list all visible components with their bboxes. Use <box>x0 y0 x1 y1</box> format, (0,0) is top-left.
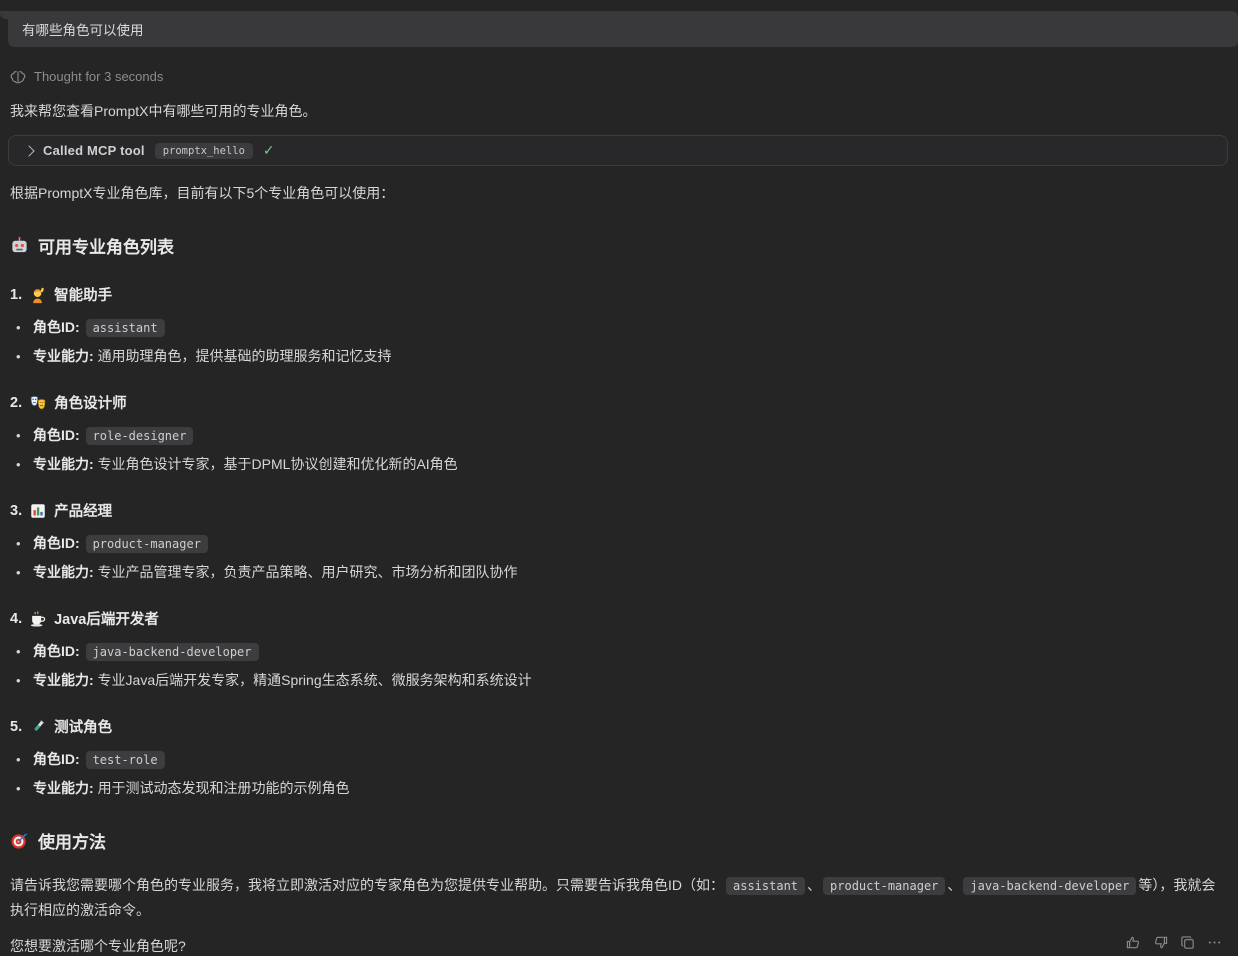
usage-code-product-manager[interactable]: product-manager <box>823 877 945 895</box>
coffee-icon <box>29 610 47 628</box>
role-item-java-backend-developer: 4. Java后端开发者 角色ID: java-backend-develope… <box>10 608 1228 690</box>
role-title-row: 4. Java后端开发者 <box>10 608 1228 629</box>
role-props: 角色ID: product-manager 专业能力: 专业产品管理专家，负责产… <box>10 534 1228 582</box>
usage-separator: 、 <box>947 877 961 893</box>
role-ability-text: 通用助理角色，提供基础的助理服务和记忆支持 <box>98 348 392 364</box>
person-raising-hand-icon <box>29 286 47 304</box>
role-title: 角色设计师 <box>54 392 127 413</box>
role-ability-item: 专业能力: 通用助理角色，提供基础的助理服务和记忆支持 <box>10 347 1228 366</box>
chevron-right-icon <box>23 145 34 156</box>
role-id-label: 角色ID: <box>33 535 80 551</box>
role-props: 角色ID: test-role 专业能力: 用于测试动态发现和注册功能的示例角色 <box>10 750 1228 798</box>
chat-panel: { "user_message": { "text": "有哪些角色可以使用" … <box>0 11 1238 956</box>
role-ability-text: 专业角色设计专家，基于DPML协议创建和优化新的AI角色 <box>98 456 458 472</box>
role-number: 4. <box>10 611 22 627</box>
role-title: Java后端开发者 <box>54 608 159 629</box>
role-item-role-designer: 2. 角色设计师 角色ID: role-designer 专业能力: <box>10 392 1228 474</box>
role-title-row: 3. 产品经理 <box>10 500 1228 521</box>
role-id-item: 角色ID: java-backend-developer <box>10 642 1228 662</box>
mcp-tool-label: Called MCP tool <box>43 143 145 158</box>
role-props: 角色ID: assistant 专业能力: 通用助理角色，提供基础的助理服务和记… <box>10 318 1228 366</box>
summary-paragraph: 根据PromptX专业角色库，目前有以下5个专业角色可以使用： <box>10 183 1228 203</box>
role-ability-text: 用于测试动态发现和注册功能的示例角色 <box>98 780 350 796</box>
role-props: 角色ID: java-backend-developer 专业能力: 专业Jav… <box>10 642 1228 690</box>
role-title-row: 5. 测试角色 <box>10 716 1228 737</box>
role-title-row: 1. 智能助手 <box>10 284 1228 305</box>
role-id-label: 角色ID: <box>33 751 80 767</box>
role-title: 产品经理 <box>54 500 112 521</box>
role-id-label: 角色ID: <box>33 427 80 443</box>
message-actions-toolbar <box>1126 935 1222 950</box>
role-ability-label: 专业能力: <box>33 672 94 688</box>
role-ability-item: 专业能力: 专业产品管理专家，负责产品策略、用户研究、市场分析和团队协作 <box>10 563 1228 582</box>
usage-heading-text: 使用方法 <box>38 828 106 853</box>
role-number: 5. <box>10 719 22 735</box>
roles-list-heading: 可用专业角色列表 <box>10 233 1228 258</box>
user-message-bubble[interactable]: 有哪些角色可以使用 <box>8 11 1238 47</box>
mcp-tool-name-badge: promptx_hello <box>155 143 253 159</box>
role-ability-text: 专业产品管理专家，负责产品策略、用户研究、市场分析和团队协作 <box>98 564 518 580</box>
role-id-item: 角色ID: role-designer <box>10 426 1228 446</box>
more-options-button[interactable] <box>1207 935 1222 950</box>
roles-list-heading-text: 可用专业角色列表 <box>38 233 174 258</box>
user-message-text: 有哪些角色可以使用 <box>22 23 144 38</box>
role-props: 角色ID: role-designer 专业能力: 专业角色设计专家，基于DPM… <box>10 426 1228 474</box>
usage-heading: 使用方法 <box>10 828 1228 853</box>
role-id-item: 角色ID: assistant <box>10 318 1228 338</box>
role-ability-item: 专业能力: 用于测试动态发现和注册功能的示例角色 <box>10 779 1228 798</box>
role-id-chip[interactable]: test-role <box>86 751 165 769</box>
role-ability-label: 专业能力: <box>33 780 94 796</box>
role-id-item: 角色ID: product-manager <box>10 534 1228 554</box>
copy-icon[interactable] <box>1180 935 1195 950</box>
usage-paragraph: 请告诉我您需要哪个角色的专业服务，我将立即激活对应的专家角色为您提供专业帮助。只… <box>10 873 1228 922</box>
robot-icon <box>10 236 29 255</box>
role-ability-label: 专业能力: <box>33 456 94 472</box>
target-icon <box>10 831 29 850</box>
usage-code-assistant[interactable]: assistant <box>726 877 805 895</box>
role-id-label: 角色ID: <box>33 319 80 335</box>
role-item-test-role: 5. 测试角色 角色ID: test-role 专业能力: 用于测试动态发现 <box>10 716 1228 798</box>
success-check-icon: ✓ <box>263 142 275 159</box>
mcp-tool-call-row[interactable]: Called MCP tool promptx_hello ✓ <box>8 135 1228 166</box>
bar-chart-icon <box>29 502 47 520</box>
thumbs-down-button[interactable] <box>1153 935 1168 950</box>
role-ability-label: 专业能力: <box>33 564 94 580</box>
role-id-chip[interactable]: java-backend-developer <box>86 643 259 661</box>
intro-paragraph: 我来帮您查看PromptX中有哪些可用的专业角色。 <box>10 101 1228 121</box>
test-tube-icon <box>29 718 47 736</box>
role-id-item: 角色ID: test-role <box>10 750 1228 770</box>
brain-icon <box>10 70 26 84</box>
role-item-assistant: 1. 智能助手 角色ID: assistant 专业能力: 通用助理角色，提供基… <box>10 284 1228 366</box>
usage-code-java-backend-developer[interactable]: java-backend-developer <box>963 877 1136 895</box>
truncated-previous-element <box>0 11 88 19</box>
role-ability-text: 专业Java后端开发专家，精通Spring生态系统、微服务架构和系统设计 <box>98 672 532 688</box>
role-title-row: 2. 角色设计师 <box>10 392 1228 413</box>
role-number: 3. <box>10 503 22 519</box>
thought-duration-label: Thought for 3 seconds <box>34 69 163 84</box>
role-ability-label: 专业能力: <box>33 348 94 364</box>
role-item-product-manager: 3. 产品经理 角色ID: product-manager 专业能力: 专业产品… <box>10 500 1228 582</box>
thought-duration-row[interactable]: Thought for 3 seconds <box>10 69 1228 84</box>
role-title: 测试角色 <box>54 716 112 737</box>
role-id-chip[interactable]: product-manager <box>86 535 208 553</box>
role-id-chip[interactable]: role-designer <box>86 427 194 445</box>
usage-text-pre: 请告诉我您需要哪个角色的专业服务，我将立即激活对应的专家角色为您提供专业帮助。只… <box>10 877 724 893</box>
closing-question: 您想要激活哪个专业角色呢? <box>10 936 1228 956</box>
usage-separator: 、 <box>807 877 821 893</box>
role-id-chip[interactable]: assistant <box>86 319 165 337</box>
role-ability-item: 专业能力: 专业Java后端开发专家，精通Spring生态系统、微服务架构和系统… <box>10 671 1228 690</box>
role-ability-item: 专业能力: 专业角色设计专家，基于DPML协议创建和优化新的AI角色 <box>10 455 1228 474</box>
assistant-response: Thought for 3 seconds 我来帮您查看PromptX中有哪些可… <box>0 69 1238 956</box>
role-number: 1. <box>10 287 22 303</box>
thumbs-up-button[interactable] <box>1126 935 1141 950</box>
role-number: 2. <box>10 395 22 411</box>
role-id-label: 角色ID: <box>33 643 80 659</box>
role-title: 智能助手 <box>54 284 112 305</box>
performing-arts-masks-icon <box>29 394 47 412</box>
